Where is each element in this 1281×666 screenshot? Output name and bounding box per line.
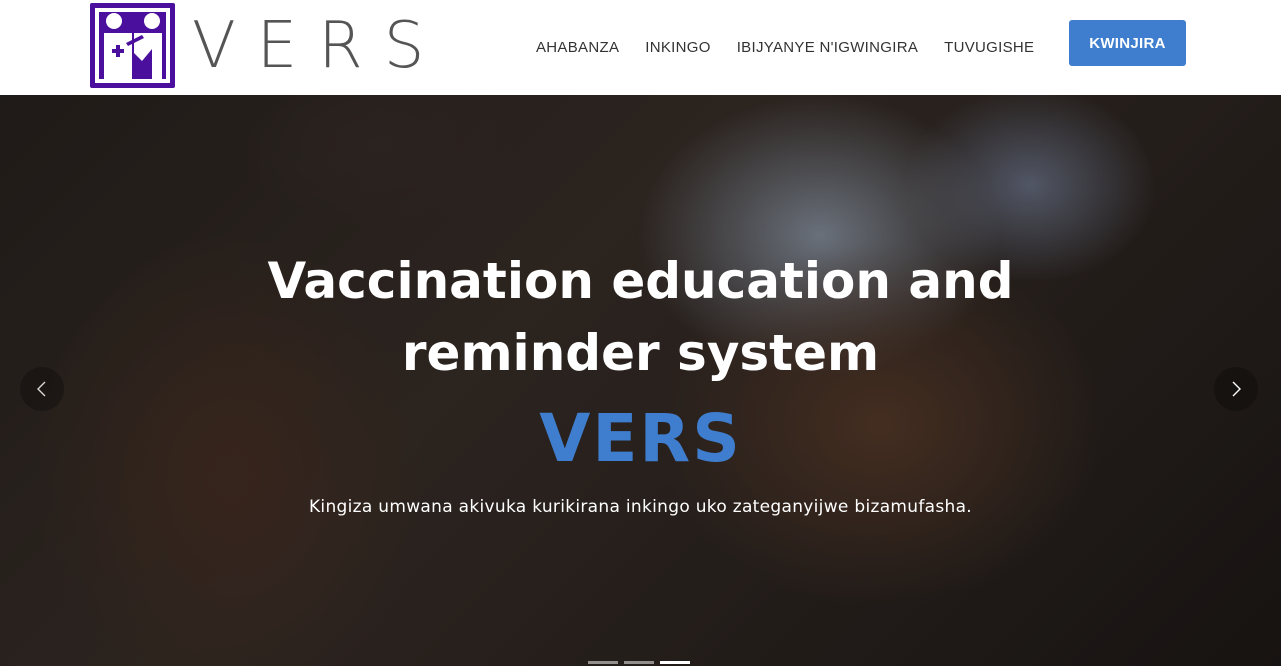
hero-title: Vaccination education and reminder syste… xyxy=(0,245,1281,389)
chevron-right-icon xyxy=(1232,381,1241,397)
carousel-indicator-1[interactable] xyxy=(588,661,618,664)
carousel-indicator-2[interactable] xyxy=(624,661,654,664)
hero-carousel: Vaccination education and reminder syste… xyxy=(0,95,1281,666)
hero-title-line-1: Vaccination education and xyxy=(267,252,1014,310)
nav-item-tuvugishe[interactable]: TUVUGISHE xyxy=(944,39,1034,56)
carousel-indicators xyxy=(588,661,696,664)
carousel-prev-button[interactable] xyxy=(20,367,64,411)
nav-item-inkingo[interactable]: INKINGO xyxy=(645,39,710,56)
hero-subtitle: Kingiza umwana akivuka kurikirana inking… xyxy=(308,497,973,517)
carousel-next-button[interactable] xyxy=(1214,367,1258,411)
chevron-left-icon xyxy=(37,381,46,397)
hero-title-line-2: reminder system xyxy=(401,324,880,382)
nav-item-ahabanza[interactable]: AHABANZA xyxy=(536,39,619,56)
nav-item-ibijyanye-nigwingira[interactable]: IBIJYANYE N'IGWINGIRA xyxy=(737,39,918,56)
carousel-indicator-3[interactable] xyxy=(660,661,690,664)
login-button[interactable]: KWINJIRA xyxy=(1069,20,1186,66)
brand-wordmark[interactable]: VERS xyxy=(192,6,445,86)
main-nav: AHABANZA INKINGO IBIJYANYE N'IGWINGIRA T… xyxy=(536,0,1060,95)
top-navbar: VERS AHABANZA INKINGO IBIJYANYE N'IGWING… xyxy=(0,0,1281,95)
vaccination-logo-icon[interactable] xyxy=(90,3,175,88)
hero-brand-text: VERS xyxy=(539,400,742,477)
